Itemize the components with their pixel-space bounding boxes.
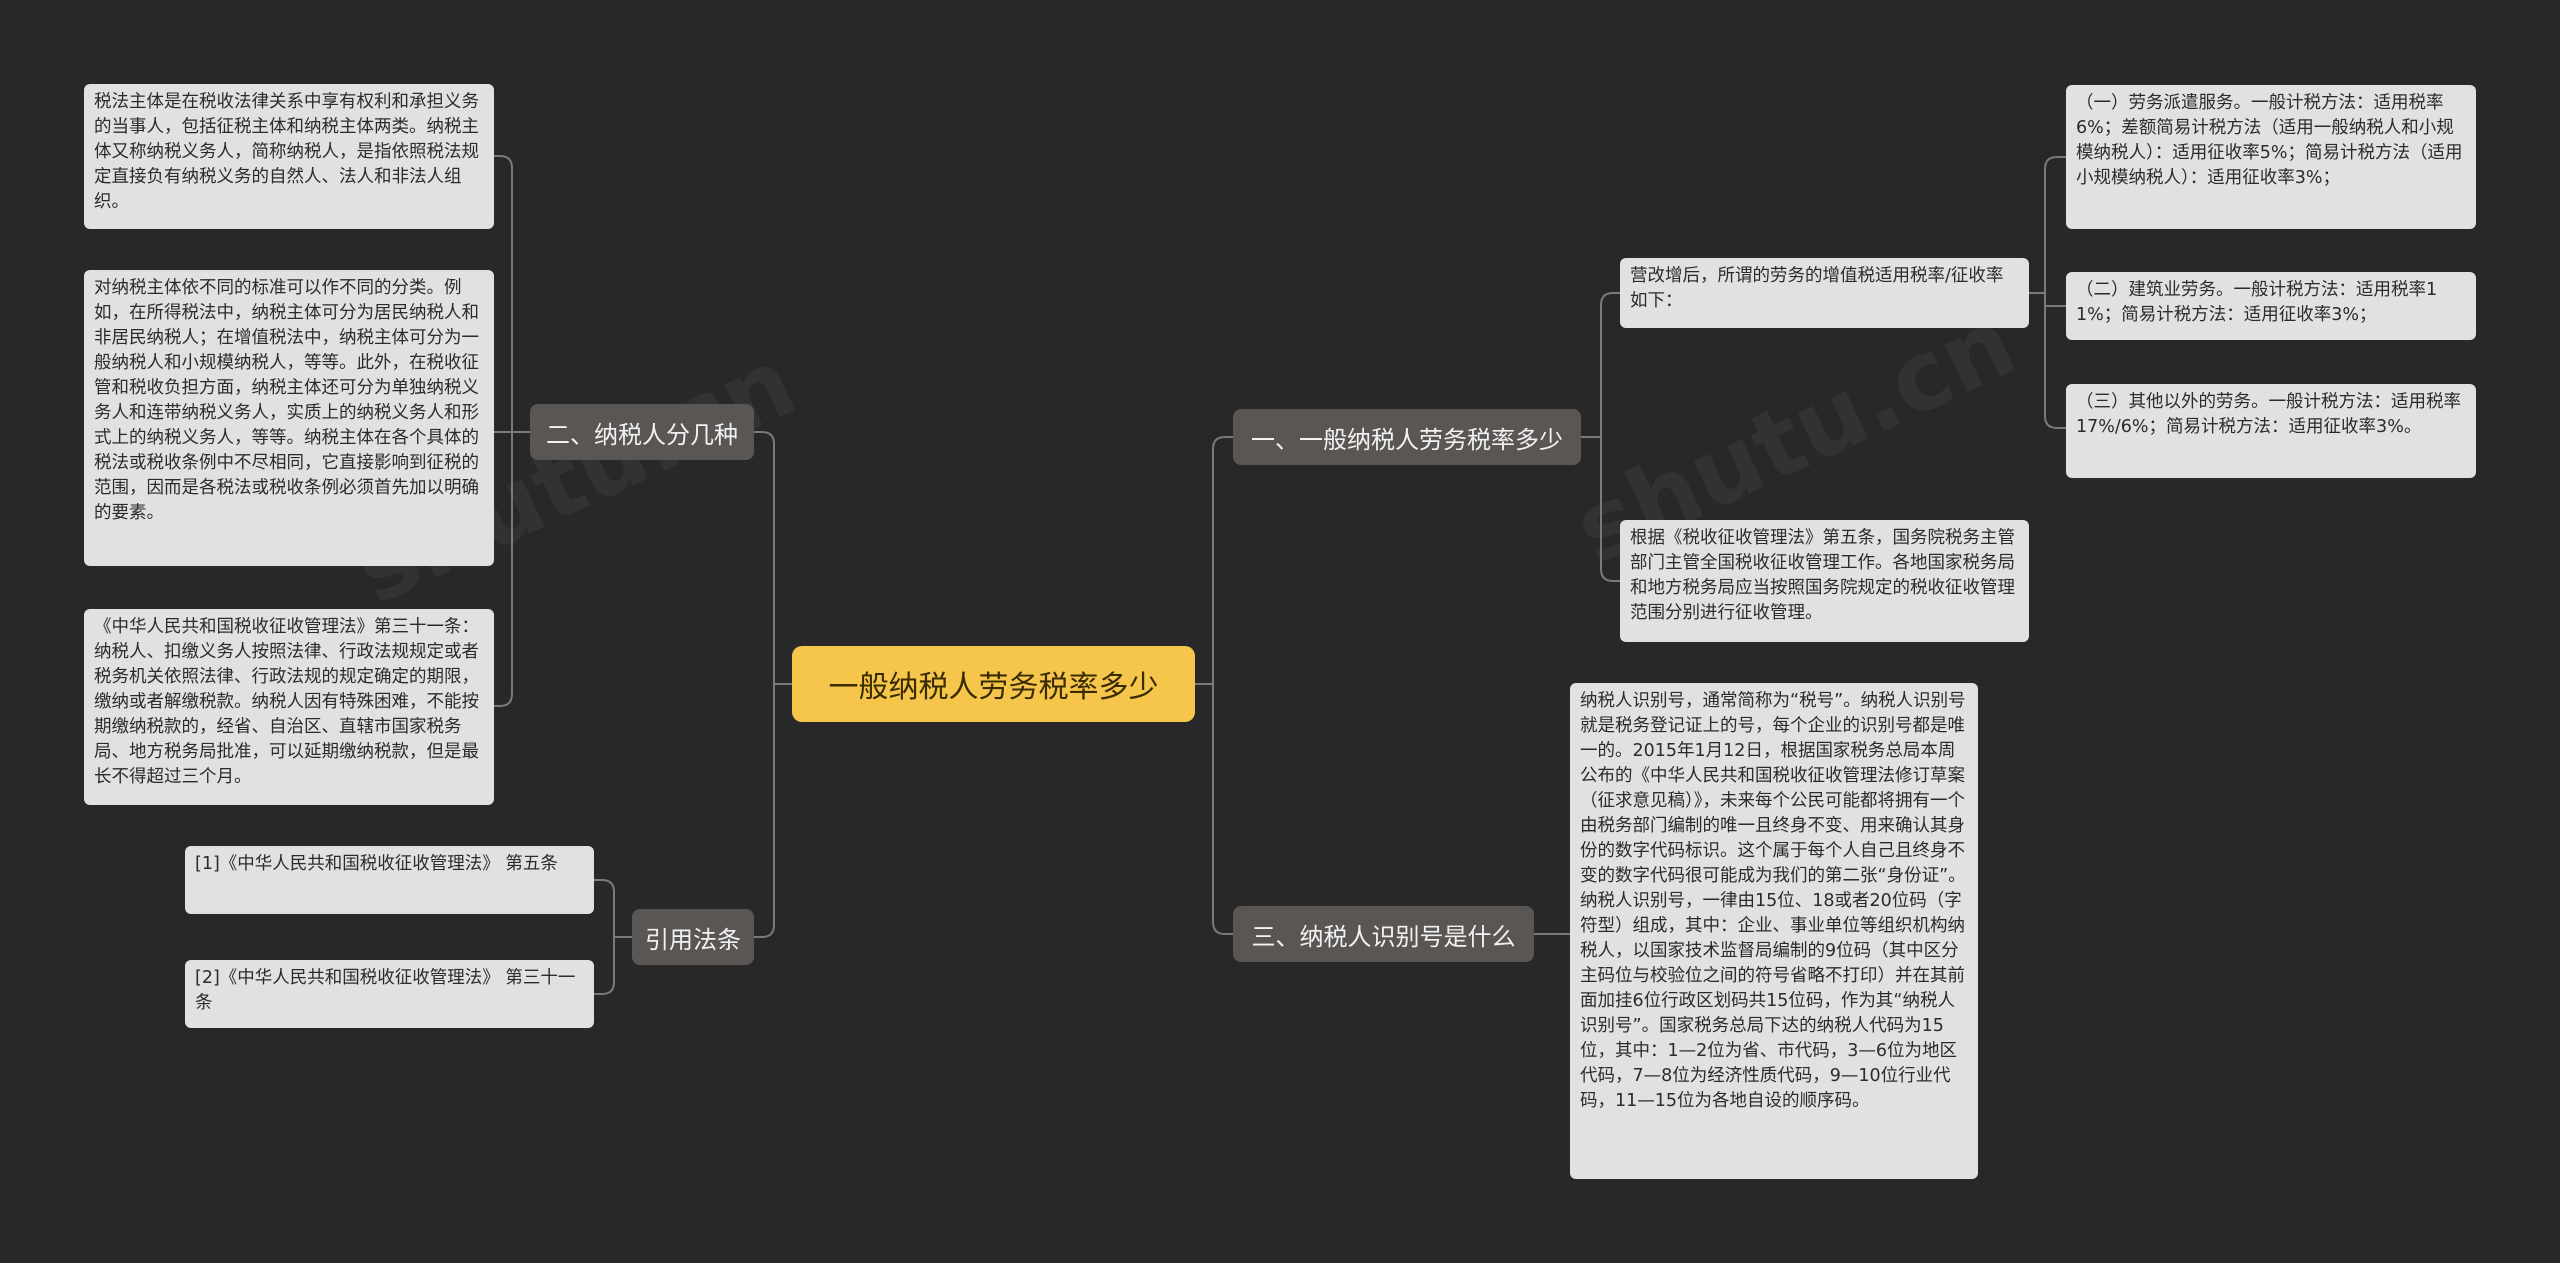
branch-taxpayer-types[interactable]: 二、纳税人分几种: [530, 404, 754, 460]
branch-general-taxpayer-rate[interactable]: 一、一般纳税人劳务税率多少: [1233, 409, 1581, 465]
leaf-tax-admin-law[interactable]: 根据《税收征收管理法》第五条，国务院税务主管部门主管全国税收征收管理工作。各地国…: [1620, 520, 2029, 642]
leaf-citation-2[interactable]: [2]《中华人民共和国税收征收管理法》 第三十一条: [185, 960, 594, 1028]
leaf-taxpayer-id-detail[interactable]: 纳税人识别号，通常简称为“税号”。纳税人识别号就是税务登记证上的号，每个企业的识…: [1570, 683, 1978, 1179]
leaf-citation-1[interactable]: [1]《中华人民共和国税收征收管理法》 第五条: [185, 846, 594, 914]
leaf-construction-labor[interactable]: （二）建筑业劳务。一般计税方法：适用税率11%；简易计税方法：适用征收率3%；: [2066, 272, 2476, 340]
central-topic[interactable]: 一般纳税人劳务税率多少: [792, 646, 1195, 722]
leaf-taxpayer-classification[interactable]: 对纳税主体依不同的标准可以作不同的分类。例如，在所得税法中，纳税主体可分为居民纳…: [84, 270, 494, 566]
leaf-article-31[interactable]: 《中华人民共和国税收征收管理法》第三十一条：纳税人、扣缴义务人按照法律、行政法规…: [84, 609, 494, 805]
leaf-tax-subject[interactable]: 税法主体是在税收法律关系中享有权利和承担义务的当事人，包括征税主体和纳税主体两类…: [84, 84, 494, 229]
leaf-vat-rates-intro[interactable]: 营改增后，所谓的劳务的增值税适用税率/征收率如下：: [1620, 258, 2029, 328]
leaf-labor-dispatch[interactable]: （一）劳务派遣服务。一般计税方法：适用税率6%；差额简易计税方法（适用一般纳税人…: [2066, 85, 2476, 229]
branch-cited-laws[interactable]: 引用法条: [632, 909, 754, 965]
branch-taxpayer-id[interactable]: 三、纳税人识别号是什么: [1233, 906, 1534, 962]
leaf-other-labor[interactable]: （三）其他以外的劳务。一般计税方法：适用税率17%/6%；简易计税方法：适用征收…: [2066, 384, 2476, 478]
